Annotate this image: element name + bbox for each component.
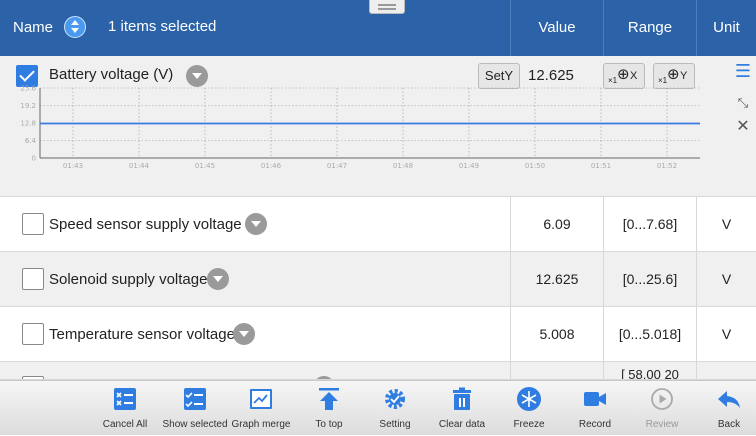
back-arrow-icon — [718, 391, 740, 408]
cancel-all-label: Cancel All — [102, 419, 148, 430]
row-name: Temperature sensor voltage — [49, 326, 235, 343]
battery-voltage-chart: 25.6 19.2 12.8 6.4 0 01:43 01:44 01:45 01:46 01:4… — [20, 85, 700, 170]
chart-x-tick-label: 01:46 — [261, 162, 282, 170]
close-icon[interactable]: ✕ — [731, 116, 755, 140]
row-value: 12.625 — [510, 252, 603, 307]
show-selected-label: Show selected — [162, 419, 228, 430]
play-icon — [651, 388, 673, 410]
row-value: 5.008 — [510, 307, 603, 362]
range-column-header: Range — [603, 0, 696, 56]
value-column-header: Value — [510, 0, 603, 56]
chart-x-tick-label: 01:48 — [393, 162, 413, 170]
menu-icon[interactable]: ☰ — [731, 60, 755, 84]
gear-icon — [385, 389, 405, 409]
graph-merge-label: Graph merge — [231, 419, 291, 430]
show-selected-button[interactable]: Show selected — [160, 381, 230, 436]
back-button[interactable]: Back — [694, 381, 756, 436]
table-row[interactable]: [ 58.00 20 — [0, 362, 756, 380]
row-range: [0...25.6] — [603, 252, 696, 307]
row-expand-icon[interactable] — [245, 213, 267, 235]
chart-x-tick-label: 01:43 — [63, 162, 83, 170]
fullscreen-icon[interactable]: ⤡ — [731, 92, 755, 116]
setting-label: Setting — [379, 419, 411, 430]
selection-count: 1 items selected — [108, 18, 217, 35]
setting-button[interactable]: Setting — [360, 381, 430, 436]
bottom-toolbar: Cancel All Show selected Graph merge To … — [0, 380, 756, 435]
freeze-button[interactable]: Freeze — [494, 381, 564, 436]
trash-icon — [453, 387, 471, 410]
freeze-label: Freeze — [513, 419, 545, 430]
video-camera-icon — [584, 392, 606, 406]
row-range: [0...7.68] — [603, 197, 696, 252]
row-range: [ 58.00 20 — [603, 362, 696, 379]
table-row[interactable]: Speed sensor supply voltage 6.09 [0...7.… — [0, 197, 756, 252]
chart-x-tick-label: 01:51 — [591, 162, 611, 170]
to-top-icon — [319, 388, 339, 410]
to-top-button[interactable]: To top — [294, 381, 364, 436]
row-unit: V — [696, 197, 756, 252]
graph-merge-icon — [250, 389, 272, 409]
clear-data-label: Clear data — [438, 419, 486, 430]
chart-x-tick-label: 01:50 — [525, 162, 545, 170]
graph-merge-button[interactable]: Graph merge — [226, 381, 296, 436]
row-name: Solenoid supply voltage — [49, 271, 208, 288]
chart-x-tick-label: 01:47 — [327, 162, 347, 170]
row-checkbox[interactable] — [22, 323, 44, 345]
chart-x-tick-label: 01:45 — [195, 162, 215, 170]
row-value — [510, 362, 603, 379]
chart-x-tick-label: 01:52 — [657, 162, 677, 170]
row-name: Speed sensor supply voltage — [49, 216, 242, 233]
chart-y-tick-label: 6.4 — [25, 137, 37, 145]
unit-column-header: Unit — [696, 0, 756, 56]
row-expand-icon[interactable] — [233, 323, 255, 345]
chart-y-tick-label: 19.2 — [20, 102, 36, 110]
row-range: [0...5.018] — [603, 307, 696, 362]
row-expand-icon[interactable] — [207, 268, 229, 290]
row-value: 6.09 — [510, 197, 603, 252]
table-row[interactable]: Solenoid supply voltage 12.625 [0...25.6… — [0, 252, 756, 307]
chart-y-tick-label: 25.6 — [20, 85, 36, 93]
back-label: Back — [717, 419, 741, 430]
row-unit: V — [696, 252, 756, 307]
table-row[interactable]: Temperature sensor voltage 5.008 [0...5.… — [0, 307, 756, 362]
chart-x-tick-label: 01:44 — [129, 162, 150, 170]
show-selected-icon — [184, 388, 206, 410]
review-button[interactable]: Review — [627, 381, 697, 436]
row-unit — [696, 362, 756, 379]
battery-voltage-row: Battery voltage (V) SetY 12.625 ×1 ⊕ X ×… — [0, 56, 756, 197]
cancel-all-icon — [114, 388, 136, 410]
chart-y-tick-label: 12.8 — [20, 120, 36, 128]
chart-x-tick-label: 01:49 — [459, 162, 479, 170]
snowflake-icon — [517, 387, 541, 411]
row-checkbox[interactable] — [22, 268, 44, 290]
record-label: Record — [578, 419, 612, 430]
row-unit: V — [696, 307, 756, 362]
row-checkbox[interactable] — [22, 213, 44, 235]
record-button[interactable]: Record — [560, 381, 630, 436]
review-label: Review — [645, 419, 679, 430]
sort-toggle-icon[interactable] — [64, 16, 86, 38]
pull-down-handle[interactable] — [369, 0, 405, 14]
clear-data-button[interactable]: Clear data — [427, 381, 497, 436]
to-top-label: To top — [315, 419, 343, 430]
chart-y-tick-label: 0 — [32, 155, 36, 163]
cancel-all-button[interactable]: Cancel All — [90, 381, 160, 436]
name-column-header[interactable]: Name — [13, 19, 53, 36]
